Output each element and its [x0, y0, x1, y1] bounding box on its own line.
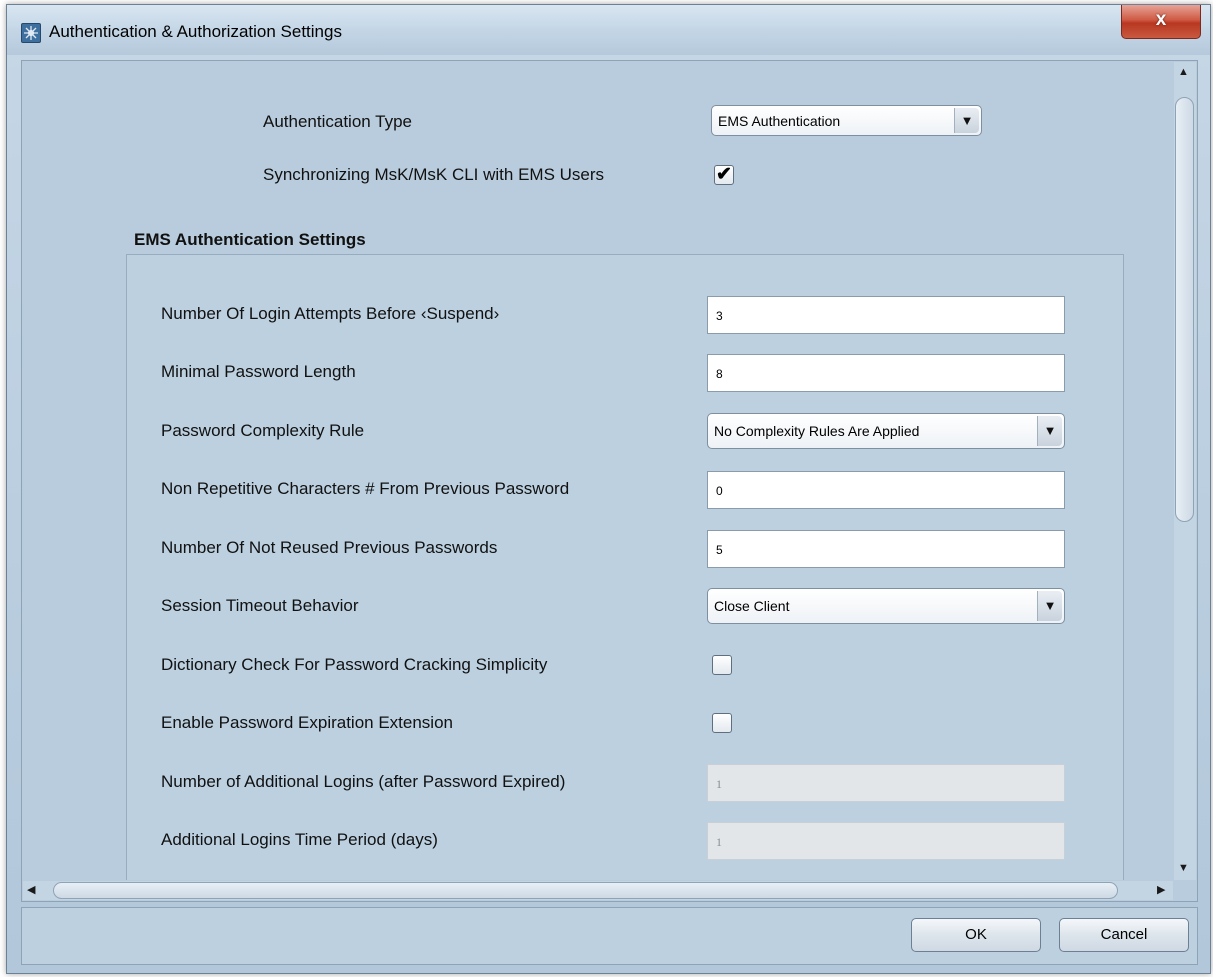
cancel-button[interactable]: Cancel	[1059, 918, 1189, 952]
chevron-down-icon[interactable]: ▼	[954, 108, 979, 133]
horizontal-scroll-thumb[interactable]	[53, 882, 1118, 899]
min-password-value: 8	[716, 367, 723, 381]
timeout-label: Session Timeout Behavior	[161, 596, 359, 615]
additional-logins-label: Number of Additional Logins (after Passw…	[161, 772, 566, 791]
login-attempts-label: Number Of Login Attempts Before ‹Suspend…	[161, 304, 500, 323]
sync-users-checkbox[interactable]: ✔	[714, 164, 734, 185]
timeout-select[interactable]: Close Client ▼	[707, 588, 1065, 624]
scroll-left-icon[interactable]: ◀	[27, 883, 35, 896]
complexity-select[interactable]: No Complexity Rules Are Applied ▼	[707, 413, 1065, 449]
ok-button[interactable]: OK	[911, 918, 1041, 952]
timeout-value: Close Client	[714, 598, 790, 614]
min-password-input[interactable]: 8	[707, 354, 1065, 392]
scroll-up-icon[interactable]: ▲	[1178, 66, 1189, 78]
login-attempts-value: 3	[716, 309, 723, 323]
scroll-right-icon[interactable]: ▶	[1157, 883, 1165, 896]
chevron-down-icon[interactable]: ▼	[1037, 416, 1062, 446]
login-attempts-input[interactable]: 3	[707, 296, 1065, 334]
expiration-extension-label: Enable Password Expiration Extension	[161, 713, 453, 732]
complexity-value: No Complexity Rules Are Applied	[714, 423, 920, 439]
not-reused-label: Number Of Not Reused Previous Passwords	[161, 538, 498, 557]
additional-logins-input: 1	[707, 764, 1065, 802]
section-title: EMS Authentication Settings	[134, 230, 366, 249]
auth-type-select[interactable]: EMS Authentication ▼	[711, 105, 982, 136]
non-repetitive-label: Non Repetitive Characters # From Previou…	[161, 479, 570, 498]
time-period-value: 1	[716, 835, 722, 849]
app-icon	[21, 23, 41, 43]
close-icon: x	[1155, 9, 1167, 30]
non-repetitive-value: 0	[716, 484, 723, 498]
non-repetitive-input[interactable]: 0	[707, 471, 1065, 509]
window-title: Authentication & Authorization Settings	[49, 22, 342, 41]
settings-dialog: Authentication & Authorization Settings …	[6, 4, 1211, 974]
expiration-extension-checkbox[interactable]	[712, 713, 732, 733]
dictionary-check-checkbox[interactable]	[712, 655, 732, 675]
content-frame: Authentication Type EMS Authentication ▼…	[21, 60, 1198, 902]
auth-type-value: EMS Authentication	[718, 113, 841, 129]
horizontal-scrollbar[interactable]: ◀ ▶	[23, 881, 1173, 900]
complexity-label: Password Complexity Rule	[161, 421, 365, 440]
vertical-scrollbar[interactable]: ▲ ▼	[1174, 62, 1196, 880]
dictionary-check-label: Dictionary Check For Password Cracking S…	[161, 655, 548, 674]
scroll-down-icon[interactable]: ▼	[1178, 862, 1189, 874]
ems-settings-panel: Number Of Login Attempts Before ‹Suspend…	[126, 254, 1124, 880]
title-bar: Authentication & Authorization Settings …	[7, 5, 1210, 55]
additional-logins-value: 1	[716, 777, 722, 791]
not-reused-input[interactable]: 5	[707, 530, 1065, 568]
button-bar: OK Cancel	[21, 907, 1198, 965]
sync-users-label: Synchronizing MsK/MsK CLI with EMS Users	[263, 165, 605, 184]
not-reused-value: 5	[716, 543, 723, 557]
scroll-viewport: Authentication Type EMS Authentication ▼…	[23, 62, 1173, 880]
min-password-label: Minimal Password Length	[161, 362, 356, 381]
chevron-down-icon[interactable]: ▼	[1037, 591, 1062, 621]
time-period-label: Additional Logins Time Period (days)	[161, 830, 438, 849]
auth-type-label: Authentication Type	[263, 112, 413, 131]
close-button[interactable]: x	[1121, 5, 1201, 39]
vertical-scroll-thumb[interactable]	[1175, 97, 1194, 522]
checkmark-icon: ✔	[716, 164, 732, 185]
time-period-input: 1	[707, 822, 1065, 860]
